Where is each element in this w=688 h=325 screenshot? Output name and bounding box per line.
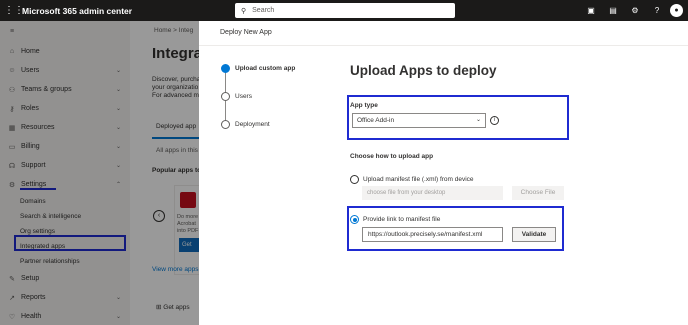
app-type-value: Office Add-in [357, 117, 395, 124]
search-box[interactable]: ⚲ Search [235, 3, 455, 18]
top-bar: ⋮⋮⋮ Microsoft 365 admin center ⚲ Search … [0, 0, 688, 21]
panel-icon[interactable]: ▣ [580, 6, 602, 15]
chevron-down-icon: ⌄ [475, 117, 481, 123]
step-upload-custom-app: Upload custom app [235, 65, 296, 72]
step-deployment: Deployment [235, 121, 270, 128]
radio-provide-link[interactable] [350, 215, 359, 224]
app-name[interactable]: Microsoft 365 admin center [22, 6, 132, 16]
top-icons: ▣ ▤ ⚙ ? ● [580, 0, 688, 21]
search-icon: ⚲ [241, 7, 247, 15]
choose-file-button: Choose File [512, 186, 564, 200]
upload-manifest-label[interactable]: Upload manifest file (.xml) from device [363, 176, 474, 183]
validate-button[interactable]: Validate [512, 227, 556, 242]
choose-upload-label: Choose how to upload app [350, 153, 434, 160]
app-type-label: App type [350, 102, 378, 109]
search-placeholder: Search [252, 7, 275, 14]
panel-heading: Upload Apps to deploy [350, 63, 497, 78]
step-dot-active [221, 64, 230, 73]
deploy-panel: Deploy New App Upload custom app Users D… [199, 21, 688, 325]
avatar[interactable]: ● [670, 4, 683, 17]
radio-upload-manifest[interactable] [350, 175, 359, 184]
provide-link-label[interactable]: Provide link to manifest file [363, 216, 440, 223]
step-dot [221, 92, 230, 101]
app-type-select[interactable]: Office Add-in ⌄ [352, 113, 486, 128]
document-icon[interactable]: ▤ [602, 6, 624, 15]
help-icon[interactable]: ? [646, 6, 668, 15]
info-icon[interactable]: i [490, 116, 499, 125]
manifest-url-input[interactable]: https://outlook.precisely.se/manifest.xm… [362, 227, 503, 242]
step-connector [225, 72, 226, 94]
step-dot [221, 120, 230, 129]
waffle-icon[interactable]: ⋮⋮⋮ [0, 0, 24, 21]
step-users: Users [235, 93, 252, 100]
gear-icon[interactable]: ⚙ [624, 6, 646, 15]
file-path-input: choose file from your desktop [362, 186, 503, 200]
panel-title: Deploy New App [220, 29, 272, 36]
panel-divider [199, 45, 688, 46]
